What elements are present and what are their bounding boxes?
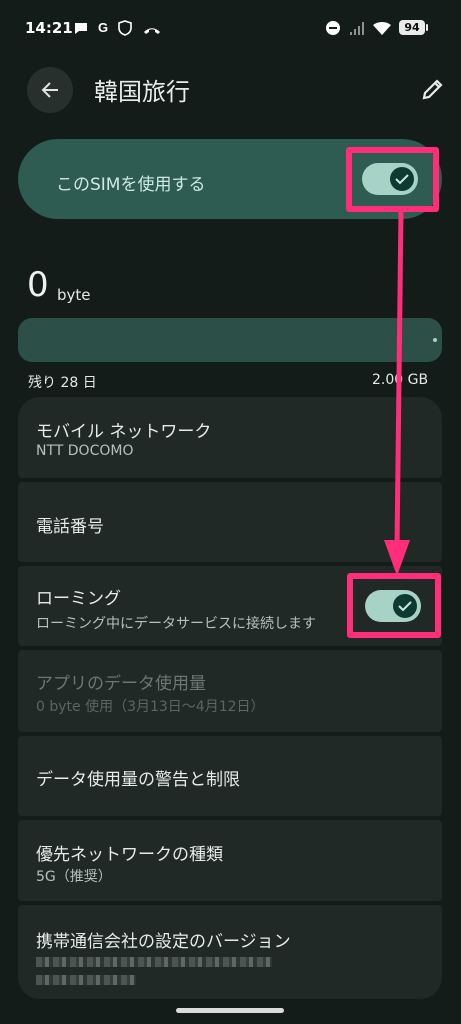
usage-bar — [18, 318, 442, 362]
phone-number-label: 電話番号 — [36, 517, 104, 537]
signal-icon — [348, 20, 368, 36]
usage-amount: 0 — [27, 265, 49, 305]
battery-indicator: 94 — [399, 20, 428, 35]
edit-button[interactable] — [418, 74, 448, 104]
mobile-network-label: モバイル ネットワーク — [36, 422, 212, 442]
usage-bar-fill — [433, 338, 437, 342]
wifi-icon — [372, 20, 392, 36]
list-item-data-warning[interactable]: データ使用量の警告と制限 — [18, 736, 442, 816]
mobile-network-carrier: NTT DOCOMO — [36, 443, 134, 459]
highlight-box — [346, 147, 439, 212]
status-time: 14:21 — [25, 19, 73, 37]
back-button[interactable] — [27, 67, 73, 113]
usage-unit: byte — [57, 286, 91, 304]
message-icon — [73, 20, 89, 36]
roaming-description: ローミング中にデータサービスに接続します — [36, 616, 316, 632]
data-warning-label: データ使用量の警告と制限 — [36, 770, 240, 790]
shield-icon — [117, 20, 133, 36]
roaming-label: ローミング — [36, 589, 121, 609]
arrow-left-icon — [41, 82, 58, 98]
preferred-network-label: 優先ネットワークの種類 — [36, 845, 223, 865]
list-item-app-data-usage: アプリのデータ使用量 0 byte 使用（3月13日〜4月12日） — [18, 650, 442, 732]
highlight-box — [347, 573, 441, 638]
app-data-usage-label: アプリのデータ使用量 — [36, 674, 206, 694]
missed-call-icon — [143, 20, 160, 36]
list-item-phone-number[interactable]: 電話番号 — [18, 482, 442, 562]
list-item-mobile-network[interactable]: モバイル ネットワーク NTT DOCOMO — [18, 397, 442, 478]
app-data-usage-summary: 0 byte 使用（3月13日〜4月12日） — [36, 699, 265, 715]
gesture-nav-handle[interactable] — [176, 1008, 284, 1013]
annotation-arrow — [384, 210, 410, 576]
page-title: 韓国旅行 — [94, 78, 190, 106]
preferred-network-value: 5G（推奨） — [36, 869, 112, 885]
list-item-preferred-network[interactable]: 優先ネットワークの種類 5G（推奨） — [18, 820, 442, 901]
redacted-version — [36, 975, 136, 985]
remaining-days: 残り 28 日 — [28, 375, 97, 391]
google-icon: G — [97, 20, 109, 35]
dnd-icon — [325, 20, 341, 36]
status-bar: 14:21 G 94 — [0, 0, 461, 56]
pencil-icon — [422, 79, 443, 100]
use-sim-label: このSIMを使用する — [56, 175, 206, 195]
list-item-carrier-config[interactable]: 携帯通信会社の設定のバージョン — [18, 905, 442, 999]
carrier-config-label: 携帯通信会社の設定のバージョン — [36, 932, 291, 952]
redacted-version — [36, 957, 272, 967]
